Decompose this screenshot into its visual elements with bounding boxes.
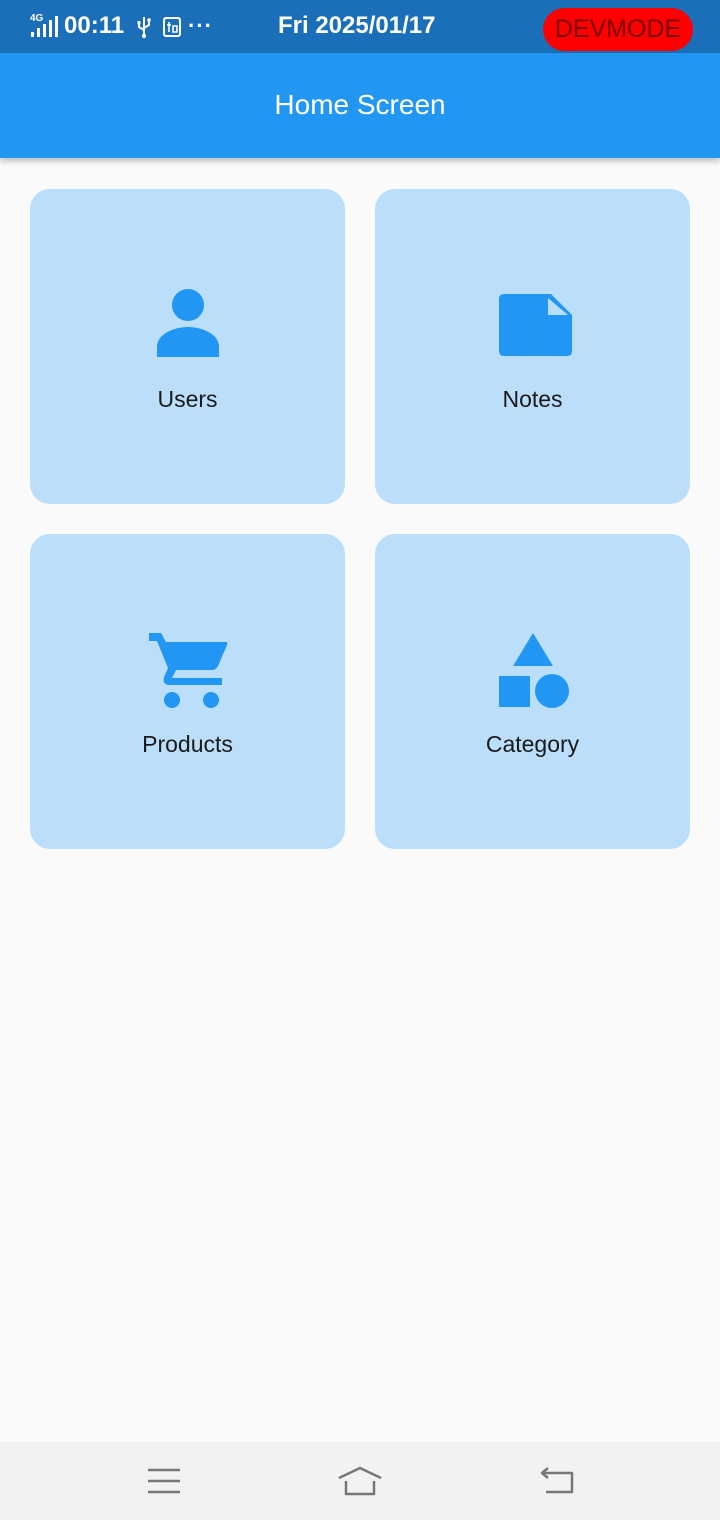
network-type-label: 4G (30, 13, 44, 24)
products-tile-label: Products (142, 731, 233, 757)
status-date: Fri 2025/01/17 (278, 12, 436, 39)
signal-4g-icon: 4G (30, 13, 58, 37)
app-bar: Home Screen (0, 53, 720, 158)
status-time: 00:11 (64, 12, 125, 39)
products-tile[interactable]: Products (30, 534, 345, 849)
back-icon[interactable] (534, 1460, 582, 1500)
notes-tile[interactable]: Notes (375, 189, 690, 504)
category-tile[interactable]: Category (375, 534, 690, 849)
category-shapes-icon (498, 633, 569, 708)
page-title: Home Screen (274, 89, 446, 120)
menu-icon[interactable] (140, 1460, 188, 1500)
person-icon (156, 289, 219, 357)
usb-icon (137, 17, 151, 38)
users-tile[interactable]: Users (30, 189, 345, 504)
devmode-badge: DEVMODE (543, 8, 693, 51)
users-tile-label: Users (157, 386, 218, 412)
more-notifications-icon: ··· (188, 13, 213, 38)
shopping-cart-icon (148, 633, 227, 708)
home-icon[interactable] (336, 1460, 384, 1500)
status-bar: 4G 00:11 ··· Fri 2025/01/17 DEVMODE (0, 0, 720, 53)
notes-tile-label: Notes (502, 386, 563, 412)
note-icon (498, 294, 572, 356)
category-tile-label: Category (485, 731, 580, 757)
usb-debug-icon (163, 17, 181, 37)
system-navigation-bar (0, 1442, 720, 1520)
